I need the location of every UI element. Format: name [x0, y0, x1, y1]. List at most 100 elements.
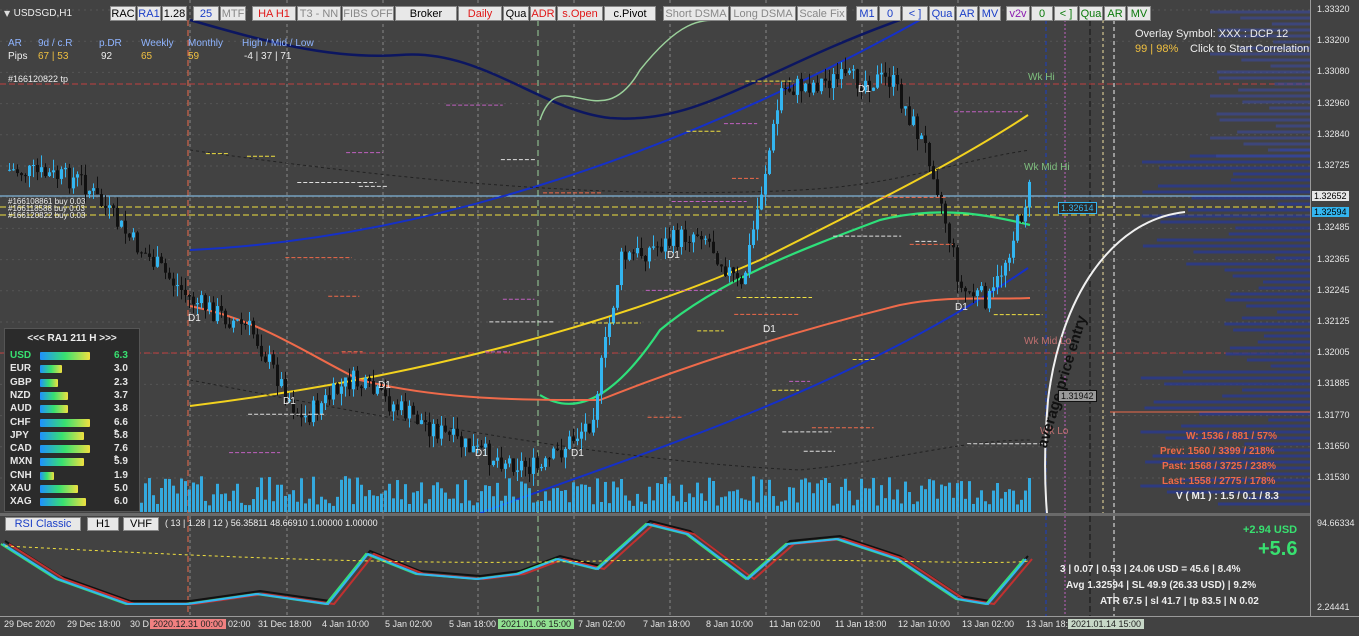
- candle-body: [252, 320, 255, 335]
- toolbar-button-rac[interactable]: RAC: [110, 6, 136, 21]
- volume-bar: [576, 486, 579, 512]
- order-tp-label[interactable]: #166120822 tp: [8, 74, 68, 84]
- rsi-classic-button[interactable]: RSI Classic: [5, 517, 81, 531]
- candle-body: [372, 381, 375, 394]
- toolbar-button-ha-h1[interactable]: HA H1: [252, 6, 296, 21]
- toolbar-button-0[interactable]: 0: [879, 6, 901, 21]
- toolbar-button-[interactable]: < ]: [1054, 6, 1078, 21]
- volume-bar: [900, 503, 903, 512]
- volume-bar: [516, 499, 519, 512]
- volume-bar: [404, 484, 407, 512]
- volume-bar: [716, 505, 719, 512]
- toolbar-button-0[interactable]: 0: [1031, 6, 1053, 21]
- toolbar-button-ar[interactable]: AR: [1104, 6, 1126, 21]
- volume-bar: [752, 476, 755, 512]
- toolbar-button-mv[interactable]: MV: [1127, 6, 1151, 21]
- volume-bar: [768, 479, 771, 512]
- candle-body: [952, 243, 955, 248]
- candle-body: [672, 230, 675, 246]
- toolbar-button-fibs-off[interactable]: FIBS OFF: [342, 6, 394, 21]
- volume-bar: [600, 501, 603, 512]
- toolbar-button-broker[interactable]: Broker: [395, 6, 457, 21]
- candle-body: [464, 438, 467, 448]
- volume-bar: [432, 485, 435, 512]
- toolbar-button-ra1[interactable]: RA1: [137, 6, 161, 21]
- start-correlation-link[interactable]: Click to Start Correlation: [1190, 43, 1309, 55]
- volume-bar: [144, 483, 147, 512]
- toolbar-button-v2v[interactable]: v2v: [1006, 6, 1030, 21]
- volume-bar: [324, 499, 327, 512]
- strength-bar: [40, 498, 86, 507]
- candle-body: [32, 164, 35, 166]
- candle-body: [596, 394, 599, 420]
- currency-strength-panel: <<< RA1 211 H >>> USD 6.3 EUR 3.0 GBP 2.3 NZD 3…: [4, 328, 140, 512]
- candle-body: [8, 169, 11, 171]
- time-axis[interactable]: 29 Dec 2020 29 Dec 18:00 30 D 2020.12.31 00…: [0, 616, 1359, 636]
- volume-bar: [928, 479, 931, 512]
- candle-body: [724, 266, 727, 276]
- toolbar-button-long-dsma[interactable]: Long DSMA: [730, 6, 796, 21]
- toolbar-button-25[interactable]: 25: [193, 6, 219, 21]
- candle-body: [1020, 215, 1023, 222]
- price-chart[interactable]: ▼ USDSGD,H1 RAC RA1 1.28 25 MTF HA H1 T3 - NN F…: [0, 0, 1310, 513]
- candle-body: [256, 334, 259, 346]
- toolbar-button-qua[interactable]: Qua: [1079, 6, 1103, 21]
- rsi-timeframe-button[interactable]: H1: [87, 517, 119, 531]
- volume-bar: [148, 478, 151, 512]
- vhf-button[interactable]: VHF: [123, 517, 159, 531]
- toolbar-button-scale-fix[interactable]: Scale Fix: [797, 6, 847, 21]
- candle-body: [736, 273, 739, 279]
- strength-bar: [40, 378, 58, 387]
- volume-bar: [908, 492, 911, 512]
- volume-bar: [812, 493, 815, 512]
- candle-body: [544, 458, 547, 467]
- order-buy-label-3[interactable]: #166120822 buy 0.03: [8, 211, 85, 220]
- price-tick: 1.32125: [1317, 316, 1350, 326]
- toolbar-button-m1[interactable]: M1: [856, 6, 878, 21]
- candle-body: [508, 458, 511, 464]
- volume-bar: [456, 484, 459, 512]
- toolbar-button-short-dsma[interactable]: Short DSMA: [663, 6, 729, 21]
- candle-body: [428, 422, 431, 437]
- candle-body: [124, 220, 127, 234]
- toolbar-button-c-pivot[interactable]: c.Pivot: [604, 6, 656, 21]
- candle-body: [1028, 181, 1031, 208]
- toolbar-button-s-open[interactable]: s.Open: [557, 6, 603, 21]
- candle-body: [1004, 262, 1007, 276]
- strength-panel-header[interactable]: <<< RA1 211 H >>>: [5, 333, 139, 344]
- toolbar-button-adr[interactable]: ADR: [530, 6, 556, 21]
- volume-bar: [312, 476, 315, 512]
- toolbar-button-[interactable]: < ]: [902, 6, 928, 21]
- adr-value-monthly: 59: [188, 51, 200, 62]
- volume-bar: [508, 478, 511, 512]
- candle-body: [16, 169, 19, 174]
- stats-prev: Prev: 1560 / 3399 / 218%: [1160, 446, 1275, 457]
- dropdown-icon[interactable]: ▼: [4, 9, 10, 18]
- volume-bar: [864, 488, 867, 512]
- toolbar-button-mv[interactable]: MV: [979, 6, 1001, 21]
- candle-body: [500, 457, 503, 469]
- volume-bar: [684, 501, 687, 512]
- price-axis[interactable]: 1.33320 1.33200 1.33080 1.32960 1.32840 1.327…: [1310, 0, 1359, 616]
- volume-bar: [672, 495, 675, 512]
- candle-body: [836, 74, 839, 80]
- strength-value: 3.0: [114, 363, 128, 375]
- wk-hi-label: Wk Hi: [1028, 72, 1055, 83]
- candle-body: [924, 135, 927, 144]
- symbol-text: USDSGD,H1: [13, 8, 73, 19]
- toolbar-button-ar[interactable]: AR: [956, 6, 978, 21]
- candle-body: [88, 190, 91, 195]
- rsi-panel[interactable]: RSI Classic H1 VHF ( 13 | 1.28 | 12 ) 56…: [0, 516, 1310, 616]
- candle-body: [824, 78, 827, 81]
- toolbar-button-mtf[interactable]: MTF: [220, 6, 246, 21]
- candle-body: [912, 116, 915, 125]
- toolbar-button-qua[interactable]: Qua: [929, 6, 955, 21]
- toolbar-button-qua[interactable]: Qua: [503, 6, 529, 21]
- toolbar-button-t3-nn[interactable]: T3 - NN: [297, 6, 341, 21]
- toolbar-button-1-28[interactable]: 1.28: [162, 6, 187, 21]
- volume-bar: [224, 493, 227, 512]
- candle-body: [932, 166, 935, 180]
- volume-bar: [208, 505, 211, 512]
- volume-bar: [652, 500, 655, 512]
- toolbar-button-daily[interactable]: Daily: [458, 6, 502, 21]
